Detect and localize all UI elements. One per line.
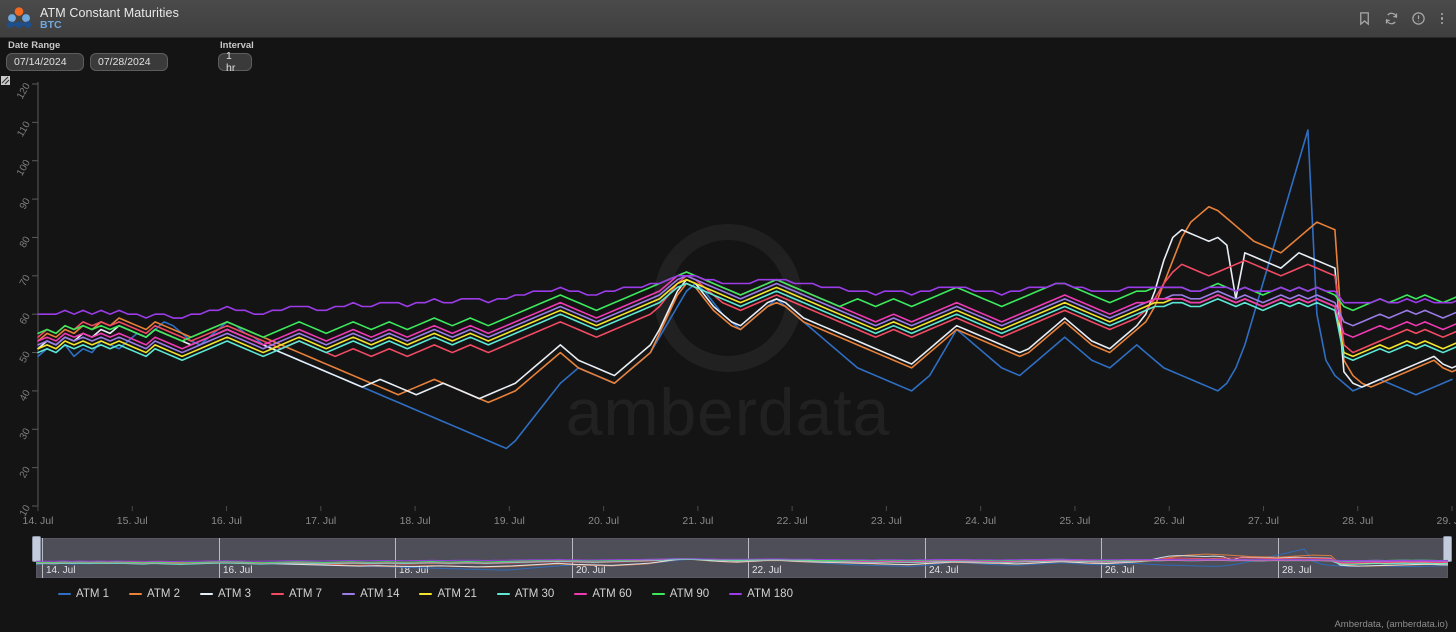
legend-label: ATM 21 bbox=[437, 588, 477, 600]
x-axis-tick-label: 14. Jul bbox=[23, 515, 54, 527]
legend-item-atm-90[interactable]: ATM 90 bbox=[651, 588, 710, 600]
date-range-control: Date Range 07/14/2024 07/28/2024 bbox=[6, 40, 168, 71]
series-line-atm-90[interactable] bbox=[37, 271, 1456, 342]
chart-plot-area: amberdata 10 20 30 40 50 60 70 80 90 100 110 120 14.… bbox=[0, 74, 1456, 534]
y-axis-tick-label: 30 bbox=[18, 426, 33, 442]
legend-item-atm-2[interactable]: ATM 2 bbox=[129, 588, 180, 600]
legend-swatch-icon bbox=[496, 592, 510, 596]
legend-label: ATM 90 bbox=[669, 588, 710, 600]
legend-label: ATM 7 bbox=[289, 588, 323, 600]
y-axis-tick-label: 40 bbox=[18, 388, 33, 404]
chart-legend: ATM 1 ATM 2 ATM 3 ATM 7 ATM 14 ATM 21 ATM 30 AT… bbox=[0, 582, 1456, 606]
x-axis-tick-label: 24. Jul bbox=[965, 515, 996, 527]
legend-item-atm-60[interactable]: ATM 60 bbox=[574, 588, 632, 600]
x-axis-tick-label: 15. Jul bbox=[117, 515, 148, 527]
legend-item-atm-3[interactable]: ATM 3 bbox=[200, 588, 251, 600]
page-title: ATM Constant Maturities bbox=[40, 5, 179, 20]
x-axis-tick-label: 16. Jul bbox=[211, 515, 242, 527]
y-axis-tick-label: 80 bbox=[18, 234, 33, 250]
y-axis-tick-label: 110 bbox=[15, 119, 33, 139]
chart-svg[interactable]: 10203040506070809010011012014. Jul 15. Ju… bbox=[0, 74, 1456, 534]
legend-label: ATM 30 bbox=[514, 588, 555, 600]
interval-input[interactable]: 1 hr bbox=[218, 50, 252, 74]
legend-item-atm-14[interactable]: ATM 14 bbox=[342, 588, 399, 600]
y-axis-tick-label: 90 bbox=[18, 196, 33, 212]
legend-swatch-icon bbox=[729, 592, 743, 596]
bookmark-icon[interactable] bbox=[1357, 11, 1372, 26]
y-axis-tick-label: 60 bbox=[18, 311, 33, 327]
titlebar: ATM Constant Maturities BTC bbox=[0, 0, 1456, 38]
amberdata-logo-icon bbox=[6, 6, 32, 28]
series-line-atm-7[interactable] bbox=[37, 259, 1456, 358]
legend-label: ATM 2 bbox=[147, 588, 181, 600]
legend-item-atm-7[interactable]: ATM 7 bbox=[271, 588, 322, 600]
info-icon[interactable] bbox=[1411, 11, 1426, 26]
x-axis-tick-label: 25. Jul bbox=[1059, 515, 1090, 527]
series-line-atm-21[interactable] bbox=[37, 278, 1456, 358]
y-axis-tick-label: 50 bbox=[18, 349, 33, 365]
legend-item-atm-21[interactable]: ATM 21 bbox=[419, 588, 477, 600]
navigator-inner[interactable]: 14. Jul 16. Jul 18. Jul 20. Jul 22. Jul 24. J… bbox=[32, 536, 1452, 578]
legend-label: ATM 1 bbox=[76, 588, 110, 600]
x-axis-tick-label: 23. Jul bbox=[871, 515, 902, 527]
kebab-menu-icon[interactable] bbox=[1438, 12, 1447, 25]
refresh-icon[interactable] bbox=[1384, 11, 1399, 26]
y-axis-tick-label: 70 bbox=[18, 273, 33, 289]
legend-label: ATM 60 bbox=[592, 588, 632, 600]
legend-item-atm-30[interactable]: ATM 30 bbox=[496, 588, 555, 600]
legend-swatch-icon bbox=[200, 592, 214, 596]
navigator-sparkline bbox=[36, 548, 1448, 571]
date-end-input[interactable]: 07/28/2024 bbox=[90, 53, 168, 71]
header-actions bbox=[1357, 11, 1456, 26]
controls-bar: Date Range 07/14/2024 07/28/2024 Interva… bbox=[0, 38, 1456, 74]
legend-item-atm-1[interactable]: ATM 1 bbox=[58, 588, 109, 600]
legend-label: ATM 180 bbox=[747, 588, 793, 600]
legend-label: ATM 3 bbox=[218, 588, 252, 600]
x-axis-tick-label: 21. Jul bbox=[682, 515, 713, 527]
legend-swatch-icon bbox=[419, 592, 433, 596]
series-line-atm-3[interactable] bbox=[37, 228, 1456, 400]
legend-swatch-icon bbox=[651, 592, 665, 596]
x-axis-tick-label: 26. Jul bbox=[1154, 515, 1185, 527]
title-block: ATM Constant Maturities BTC bbox=[40, 6, 179, 32]
legend-swatch-icon bbox=[129, 592, 143, 596]
y-axis-tick-label: 100 bbox=[15, 158, 33, 178]
legend-swatch-icon bbox=[574, 592, 588, 596]
legend-label: ATM 14 bbox=[360, 588, 400, 600]
x-axis-tick-label: 18. Jul bbox=[400, 515, 431, 527]
legend-swatch-icon bbox=[342, 592, 356, 596]
date-start-input[interactable]: 07/14/2024 bbox=[6, 53, 84, 71]
x-axis-tick-label: 28. Jul bbox=[1342, 515, 1373, 527]
page-subtitle: BTC bbox=[40, 18, 62, 31]
y-axis-tick-label: 20 bbox=[18, 465, 33, 481]
interval-control: Interval 1 hr bbox=[218, 40, 254, 74]
legend-swatch-icon bbox=[58, 592, 71, 596]
y-axis-tick-label: 120 bbox=[15, 81, 33, 101]
x-axis-tick-label: 29. Jul bbox=[1437, 515, 1456, 527]
legend-swatch-icon bbox=[271, 592, 285, 596]
range-navigator[interactable]: 14. Jul 16. Jul 18. Jul 20. Jul 22. Jul 24. J… bbox=[0, 534, 1456, 582]
x-axis-tick-label: 17. Jul bbox=[305, 515, 336, 527]
attribution-text: Amberdata, (amberdata.io) bbox=[1334, 619, 1448, 630]
x-axis-tick-label: 27. Jul bbox=[1248, 515, 1279, 527]
x-axis-tick-label: 19. Jul bbox=[494, 515, 525, 527]
x-axis-tick-label: 20. Jul bbox=[588, 515, 619, 527]
x-axis-tick-label: 22. Jul bbox=[777, 515, 808, 527]
date-range-label: Date Range bbox=[8, 40, 61, 51]
legend-item-atm-180[interactable]: ATM 180 bbox=[729, 588, 793, 600]
resize-handle-icon[interactable] bbox=[1, 76, 10, 85]
